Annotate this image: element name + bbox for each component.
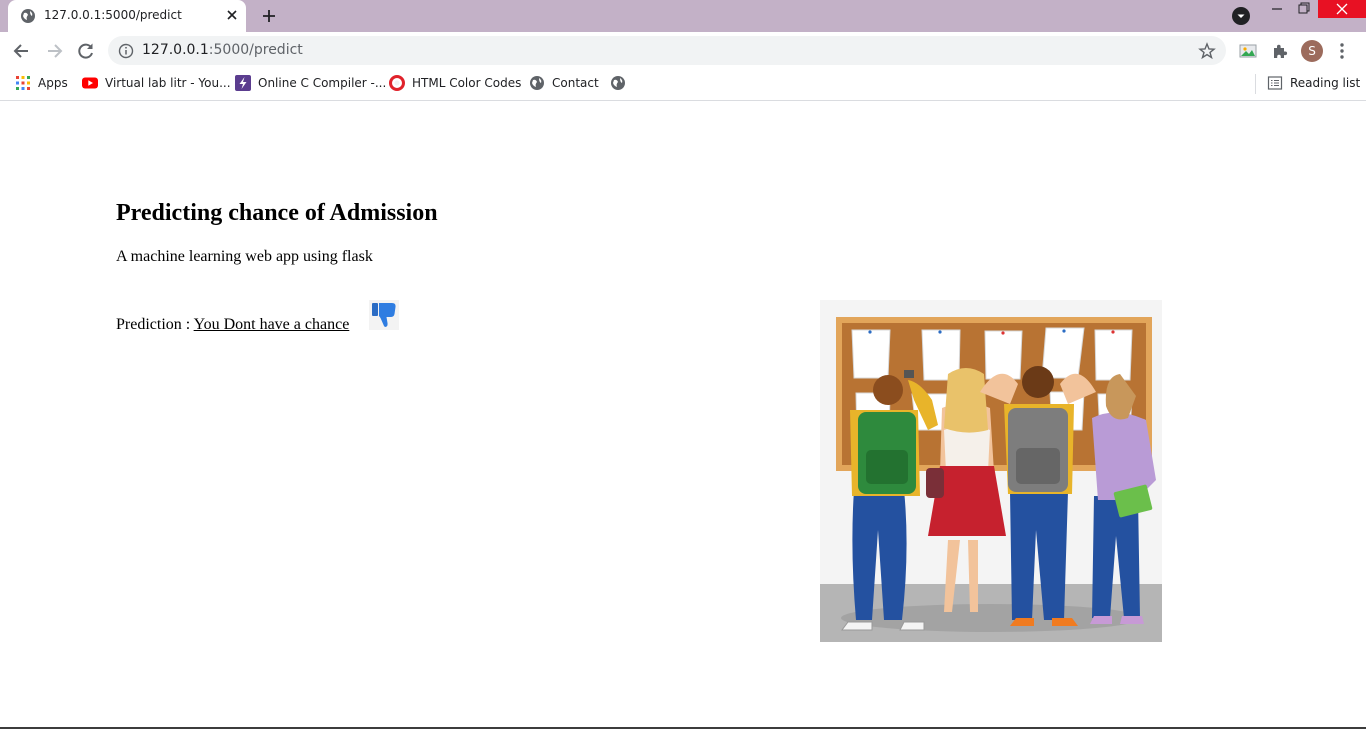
browser-toolbar: 127.0.0.1:5000/predict S: [0, 32, 1366, 69]
new-tab-icon[interactable]: [259, 6, 279, 26]
back-icon[interactable]: [11, 40, 33, 62]
prediction-result-link[interactable]: You Dont have a chance: [194, 316, 350, 333]
profile-avatar[interactable]: S: [1301, 40, 1323, 62]
bookmarks-bar: Apps Virtual lab litr - You... Online C …: [0, 69, 1366, 101]
tab-search-icon[interactable]: [1232, 7, 1250, 25]
forward-icon[interactable]: [43, 40, 65, 62]
bookmark-html-color-codes[interactable]: HTML Color Codes: [389, 75, 521, 95]
tab-title: 127.0.0.1:5000/predict: [44, 8, 182, 22]
bookmarks-divider: [1255, 74, 1256, 94]
youtube-icon: [82, 77, 98, 89]
students-notice-board-illustration: [820, 300, 1162, 642]
bookmark-label: Apps: [38, 76, 68, 90]
thumbs-down-icon: [369, 300, 399, 330]
globe-icon: [530, 76, 544, 90]
browser-tab[interactable]: 127.0.0.1:5000/predict: [8, 0, 246, 32]
apps-grid-icon: [16, 76, 30, 90]
globe-icon: [21, 9, 35, 23]
reading-list-label: Reading list: [1290, 76, 1361, 90]
opera-icon: [389, 75, 405, 91]
close-window-icon[interactable]: [1318, 0, 1366, 18]
page-title: Predicting chance of Admission: [116, 200, 438, 226]
url-host: 127.0.0.1: [142, 42, 209, 58]
bookmark-virtual-lab[interactable]: Virtual lab litr - You...: [82, 75, 231, 95]
prediction-label: Prediction :: [116, 316, 194, 333]
bookmark-online-c-compiler[interactable]: Online C Compiler -...: [235, 75, 386, 95]
globe-icon: [611, 76, 625, 90]
more-menu-icon[interactable]: [1334, 41, 1350, 61]
bookmark-star-icon[interactable]: [1198, 42, 1216, 60]
reading-list-button[interactable]: Reading list: [1267, 75, 1361, 95]
bookmark-label: Virtual lab litr - You...: [105, 76, 231, 90]
url-path: :5000/predict: [208, 42, 303, 58]
bookmark-label: Online C Compiler -...: [258, 76, 387, 90]
tab-strip: 127.0.0.1:5000/predict: [0, 0, 1366, 32]
page-content: Predicting chance of Admission A machine…: [0, 102, 1366, 727]
page-subtitle: A machine learning web app using flask: [116, 248, 373, 265]
image-extension-icon[interactable]: [1239, 42, 1257, 60]
bookmark-untitled[interactable]: [610, 75, 628, 95]
reload-icon[interactable]: [75, 40, 97, 62]
bookmark-contact[interactable]: Contact: [529, 75, 599, 95]
prediction-text: Prediction : You Dont have a chance: [116, 316, 349, 334]
reading-list-icon: [1267, 76, 1283, 90]
extensions-puzzle-icon[interactable]: [1271, 42, 1289, 60]
url-text: 127.0.0.1:5000/predict: [142, 42, 303, 58]
site-info-icon[interactable]: [118, 43, 134, 59]
bookmark-apps[interactable]: Apps: [15, 75, 70, 95]
close-tab-icon[interactable]: [224, 7, 240, 23]
bolt-icon: [235, 75, 251, 91]
bookmark-label: Contact: [552, 76, 599, 90]
bookmark-label: HTML Color Codes: [412, 76, 522, 90]
address-bar[interactable]: 127.0.0.1:5000/predict: [108, 36, 1226, 65]
